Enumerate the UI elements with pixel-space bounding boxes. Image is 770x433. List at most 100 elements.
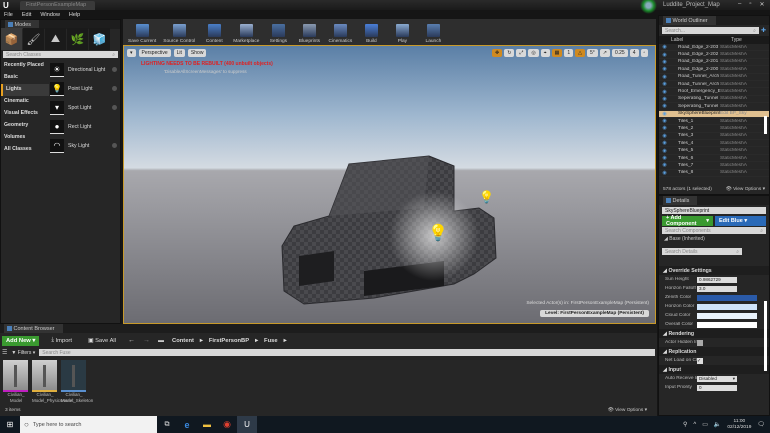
toolbar-play-button[interactable]: Play [387,20,417,44]
windows-start-icon[interactable]: ⊞ [0,420,20,429]
translate-tool-icon[interactable]: ✥ [492,49,503,57]
override-settings-section[interactable]: ◢ Override Settings [659,266,769,275]
close-button[interactable]: ✕ [756,1,767,8]
outliner-row[interactable]: ◉ Road_Edge_2-201 StaticMeshA [659,59,769,67]
asset-tile[interactable]: Civilian_ Model_PhysicsAsset [32,360,74,404]
world-outliner-tab[interactable]: World Outliner [673,18,708,24]
net-load-checkbox[interactable]: ✓ [697,357,703,364]
sources-toggle-icon[interactable]: ☰ [2,349,7,356]
grid-snap-icon[interactable]: ▦ [551,49,563,57]
base-inherited-item[interactable]: ◢ Base (Inherited) [659,235,769,247]
toolbar-marketplace-button[interactable]: Marketplace [230,20,262,44]
visibility-eye-icon[interactable]: ◉ [659,89,670,95]
place-mode-icon[interactable]: 📦 [1,28,22,50]
outliner-search-input[interactable]: Search... ⌕ [662,27,759,34]
notifications-icon[interactable]: 🗨 [757,421,765,428]
foliage-mode-icon[interactable]: 🌿 [67,28,88,50]
toolbar-settings-button[interactable]: Settings [263,20,293,44]
search-fuse-input[interactable]: Search Fuse [39,349,655,356]
zenith-color-swatch[interactable] [697,294,757,301]
rendering-section[interactable]: ◢ Rendering [659,329,769,338]
visibility-eye-icon[interactable]: ◉ [659,44,670,50]
outliner-row[interactable]: ◉ Tiles_3 StaticMeshA [659,133,769,141]
modes-tab[interactable]: Modes [15,22,32,28]
visibility-eye-icon[interactable]: ◉ [659,133,670,139]
menu-help[interactable]: Help [69,12,80,18]
actor-name-field[interactable]: SkySphereBlueprint [662,207,766,214]
replication-section[interactable]: ◢ Replication [659,347,769,356]
outliner-view-options-button[interactable]: 👁 View Options ▾ [726,187,765,192]
visibility-eye-icon[interactable]: ◉ [659,125,670,131]
category-volumes[interactable]: Volumes [1,132,49,144]
outliner-row[interactable]: ◉ Seperating_Tunnel StaticMeshA [659,96,769,104]
help-icon[interactable] [112,105,117,110]
visibility-eye-icon[interactable]: ◉ [659,170,670,176]
unreal-engine-taskbar-icon[interactable]: U [237,416,257,433]
horizon-falloff-input[interactable]: 3.0 [697,285,737,292]
type-column-header[interactable]: Type [731,37,742,43]
toolbar-save-current-button[interactable]: Save Current [125,20,159,44]
outliner-row[interactable]: ◉ Roof_Emergency_E StaticMeshA [659,88,769,96]
breadcrumb-content[interactable]: Content [172,338,194,344]
scale-snap-icon[interactable]: ↗ [599,49,610,57]
asset-tile[interactable]: Civilian_ Model_Skeleton [61,360,93,404]
toolbar-source-control-button[interactable]: Source Control [160,20,198,44]
edit-blueprint-button[interactable]: Edit Blue ▾ [715,216,766,226]
overall-color-swatch[interactable] [697,321,757,328]
category-visual-effects[interactable]: Visual Effects [1,108,49,120]
edge-browser-icon[interactable]: e [177,420,197,430]
show-button[interactable]: Show [187,49,207,57]
toolbar-cinematics-button[interactable]: Cinematics [325,20,355,44]
visibility-eye-icon[interactable]: ◉ [659,118,670,124]
sun-height-input[interactable]: 0.9862729 [697,276,737,283]
import-button[interactable]: ⤓ Import [47,336,76,346]
outliner-row[interactable]: ◉ Tiles_2 StaticMeshA [659,125,769,133]
visibility-eye-icon[interactable]: ◉ [659,111,670,117]
outliner-row[interactable]: ◉ Road_Tunnel_Arch StaticMeshA [659,74,769,81]
rotation-snap-value[interactable]: 5° [587,49,598,57]
lit-button[interactable]: Lit [173,49,185,57]
visibility-eye-icon[interactable]: ◉ [659,81,670,87]
visibility-eye-icon[interactable]: ◉ [659,66,670,72]
visibility-eye-icon[interactable]: ◉ [659,96,670,102]
back-arrow-icon[interactable]: ← [128,337,135,344]
breadcrumb-fuse[interactable]: Fuse [264,338,278,344]
paint-mode-icon[interactable]: 🖌 [23,28,44,50]
category-recently-placed[interactable]: Recently Placed [1,60,49,72]
breadcrumb-firstpersonbp[interactable]: FirstPersonBP [209,338,249,344]
visibility-eye-icon[interactable]: ◉ [659,155,670,161]
outliner-row[interactable]: ◉ Tiles_4 StaticMeshA [659,140,769,148]
grid-size-button[interactable]: 1 [564,49,574,57]
search-details-input[interactable]: Search Details ⌕ [662,248,742,255]
visibility-eye-icon[interactable]: ◉ [659,74,670,80]
scale-snap-value[interactable]: 0.25 [611,49,628,57]
file-explorer-icon[interactable]: ▬ [197,420,217,429]
help-icon[interactable] [112,67,117,72]
toolbar-content-button[interactable]: Content [199,20,229,44]
perspective-button[interactable]: Perspective [138,49,171,57]
viewport-options-button[interactable]: ▾ [127,49,136,57]
category-geometry[interactable]: Geometry [1,120,49,132]
visibility-eye-icon[interactable]: ◉ [659,162,670,168]
landscape-mode-icon[interactable]: ⛰ [45,28,66,50]
details-tab[interactable]: Details [673,198,690,204]
minimize-button[interactable]: – [735,1,744,8]
breadcrumb-separator-icon[interactable]: ▸ [284,338,287,344]
menu-window[interactable]: Window [40,12,60,18]
auto-receive-dropdown[interactable]: Disabled ▾ [697,375,737,382]
category-lights[interactable]: Lights [1,84,49,96]
menu-file[interactable]: File [4,12,13,18]
outliner-row[interactable]: ◉ Tiles_5 StaticMeshA [659,147,769,155]
toolbar-launch-button[interactable]: Launch [418,20,448,44]
toolbar-build-button[interactable]: Build [356,20,386,44]
help-icon[interactable] [112,143,117,148]
scale-tool-icon[interactable]: ⤢ [516,49,527,57]
save-all-button[interactable]: ▣ Save All [84,336,120,346]
category-cinematic[interactable]: Cinematic [1,96,49,108]
horizon-color-swatch[interactable] [697,303,757,310]
details-scrollbar[interactable] [764,301,767,371]
outliner-row[interactable]: ◉ Road_Tunnel_Arch StaticMeshA [659,81,769,89]
tray-chevron-icon[interactable]: ^ [693,422,696,428]
visibility-eye-icon[interactable]: ◉ [659,52,670,58]
outliner-row[interactable]: ◉ Seperating_Tunnel StaticMeshA [659,103,769,111]
